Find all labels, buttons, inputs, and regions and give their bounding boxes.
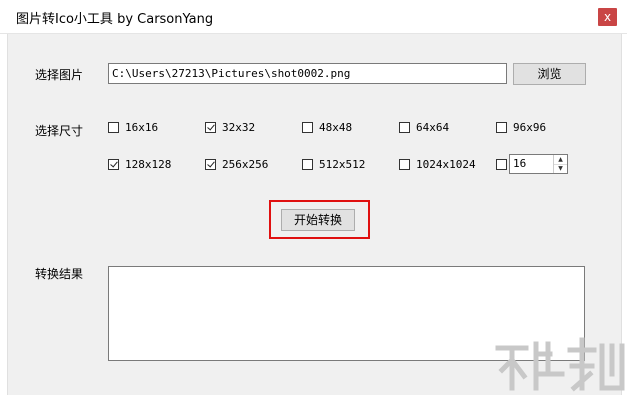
size-label-128: 128x128 [125, 158, 172, 171]
image-path-field[interactable]: C:\Users\27213\Pictures\shot0002.png [108, 63, 507, 84]
custom-size-spinner[interactable]: 16 ▲ ▼ [509, 154, 568, 174]
size-label-64: 64x64 [416, 121, 450, 134]
size-checkbox-256[interactable] [205, 159, 216, 170]
size-checkbox-16[interactable] [108, 122, 119, 133]
size-label-16: 16x16 [125, 121, 159, 134]
size-label-96: 96x96 [513, 121, 547, 134]
size-checkbox-48[interactable] [302, 122, 313, 133]
size-checkbox-32[interactable] [205, 122, 216, 133]
size-checkbox-1024[interactable] [399, 159, 410, 170]
size-label-48: 48x48 [319, 121, 353, 134]
window-title: 图片转Ico小工具 by CarsonYang [16, 12, 214, 27]
start-convert-button[interactable]: 开始转换 [281, 209, 355, 231]
watermark-logo [488, 330, 627, 395]
title-bar: 图片转Ico小工具 by CarsonYang x [0, 0, 627, 34]
browse-button[interactable]: 浏览 [513, 63, 586, 85]
size-checkbox-128[interactable] [108, 159, 119, 170]
select-image-label: 选择图片 [35, 68, 84, 82]
size-checkbox-64[interactable] [399, 122, 410, 133]
size-checkbox-512[interactable] [302, 159, 313, 170]
close-icon: x [603, 10, 612, 24]
size-label-256: 256x256 [222, 158, 269, 171]
close-button[interactable]: x [598, 8, 617, 26]
spinner-arrows: ▲ ▼ [553, 155, 567, 173]
select-size-label: 选择尺寸 [35, 124, 84, 138]
result-label: 转换结果 [35, 267, 84, 281]
size-label-1024: 1024x1024 [416, 158, 476, 171]
size-label-512: 512x512 [319, 158, 366, 171]
custom-size-checkbox[interactable] [496, 159, 507, 170]
spinner-down-icon[interactable]: ▼ [554, 164, 567, 173]
custom-size-value[interactable]: 16 [513, 157, 526, 170]
size-checkbox-96[interactable] [496, 122, 507, 133]
size-label-32: 32x32 [222, 121, 256, 134]
